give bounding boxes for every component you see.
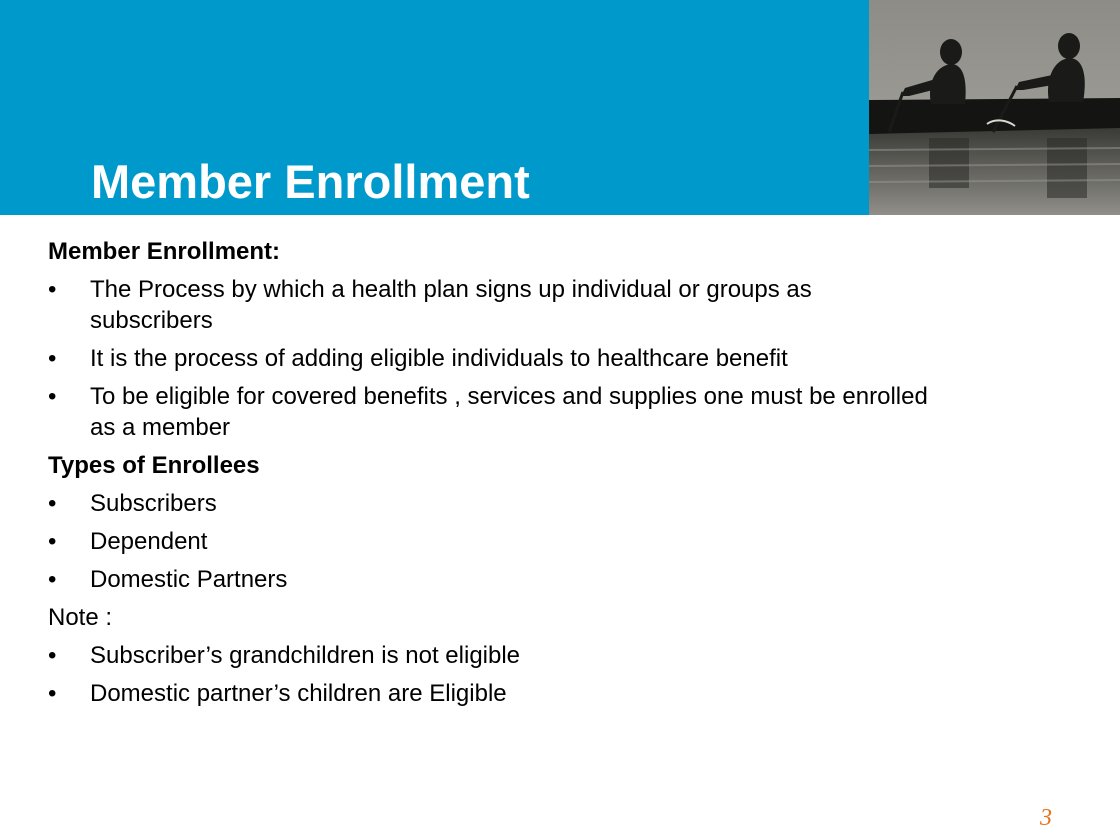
list-item: • Dependent — [48, 526, 940, 557]
section-heading-member-enrollment: Member Enrollment: — [48, 238, 281, 265]
rowers-photo — [869, 0, 1120, 215]
bullet-icon: • — [48, 680, 57, 707]
list-item: • To be eligible for covered benefits , s… — [48, 381, 940, 443]
header-band: Member Enrollment — [0, 0, 869, 215]
bullet-icon: • — [48, 276, 57, 303]
list-item-text: Dependent — [90, 528, 208, 555]
enrollee-types-list: • Subscribers • Dependent • Domestic Partne… — [48, 488, 948, 595]
list-item-text: The Process by which a health plan signs… — [90, 276, 812, 334]
list-item-text: To be eligible for covered benefits , se… — [90, 383, 928, 441]
list-item: • It is the process of adding eligible in… — [48, 343, 940, 374]
bullet-icon: • — [48, 383, 57, 410]
slide-content: Member Enrollment: • The Process by which… — [48, 236, 948, 716]
list-item: • Subscribers — [48, 488, 940, 519]
list-item: • Subscriber’s grandchildren is not eligi… — [48, 640, 940, 671]
bullet-icon: • — [48, 528, 57, 555]
list-item: • The Process by which a health plan sign… — [48, 274, 940, 336]
rowers-silhouette-icon — [869, 0, 1120, 215]
bullet-icon: • — [48, 642, 57, 669]
page-number: 3 — [1040, 805, 1052, 831]
member-enrollment-list: • The Process by which a health plan sign… — [48, 274, 948, 443]
list-item: • Domestic Partners — [48, 564, 940, 595]
list-item-text: Subscriber’s grandchildren is not eligib… — [90, 642, 521, 669]
bullet-icon: • — [48, 490, 57, 517]
list-item-text: Domestic partner’s children are Eligible — [90, 680, 507, 707]
bullet-icon: • — [48, 566, 57, 593]
bullet-icon: • — [48, 345, 57, 372]
section-heading-types-of-enrollees: Types of Enrollees — [48, 452, 260, 479]
note-label: Note : — [48, 604, 113, 631]
slide-title: Member Enrollment — [91, 155, 530, 208]
list-item-text: It is the process of adding eligible ind… — [90, 345, 788, 372]
list-item: • Domestic partner’s children are Eligibl… — [48, 678, 940, 709]
list-item-text: Domestic Partners — [90, 566, 288, 593]
note-list: • Subscriber’s grandchildren is not eligi… — [48, 640, 948, 709]
list-item-text: Subscribers — [90, 490, 217, 517]
